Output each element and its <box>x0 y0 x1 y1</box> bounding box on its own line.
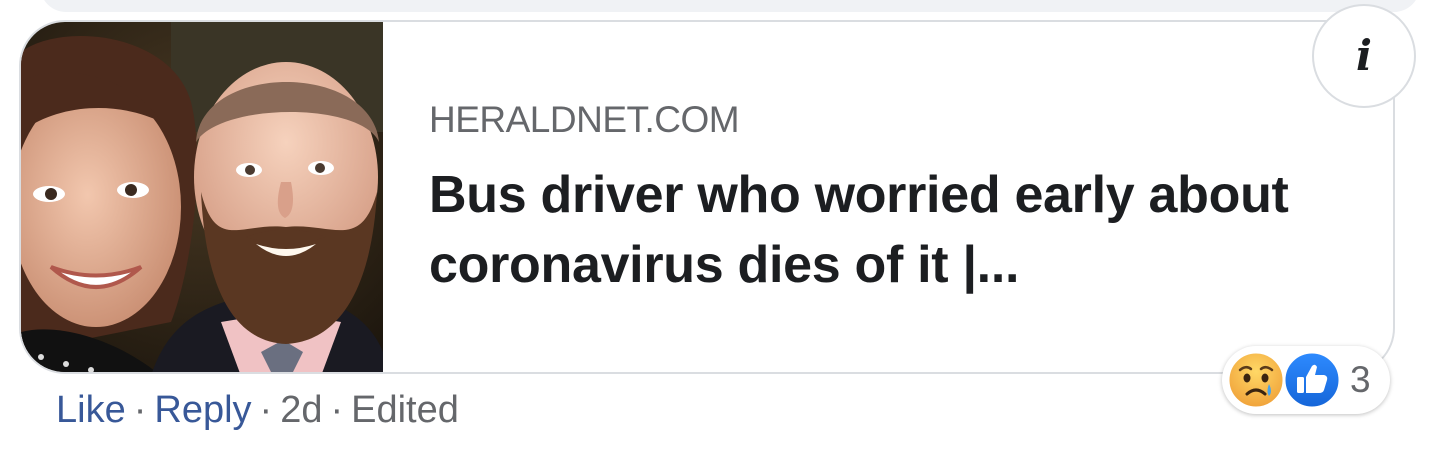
like-link[interactable]: Like <box>56 389 126 431</box>
separator: · <box>330 389 344 431</box>
link-preview-card[interactable]: HERALDNET.COM Bus driver who worried ear… <box>19 20 1395 374</box>
separator: · <box>133 389 147 431</box>
link-thumbnail-image[interactable] <box>21 22 383 372</box>
comment-actions: Like · Reply · 2d · Edited <box>56 388 459 432</box>
comment-attachment-area: HERALDNET.COM Bus driver who worried ear… <box>0 0 1456 451</box>
link-headline[interactable]: Bus driver who worried early about coron… <box>429 160 1309 300</box>
comment-timestamp[interactable]: 2d <box>280 389 322 431</box>
info-icon: i <box>1356 31 1372 80</box>
link-preview-text: HERALDNET.COM Bus driver who worried ear… <box>429 98 1309 300</box>
reaction-count: 3 <box>1350 359 1371 400</box>
sad-reaction-icon <box>1226 350 1286 410</box>
reactions-summary[interactable]: 3 <box>1222 346 1390 414</box>
edited-label[interactable]: Edited <box>351 389 459 431</box>
like-reaction-icon <box>1282 350 1342 410</box>
previous-comment-bubble <box>40 0 1420 12</box>
separator: · <box>259 389 273 431</box>
info-button[interactable]: i <box>1312 4 1416 108</box>
reply-link[interactable]: Reply <box>154 389 251 431</box>
link-domain: HERALDNET.COM <box>429 99 740 140</box>
